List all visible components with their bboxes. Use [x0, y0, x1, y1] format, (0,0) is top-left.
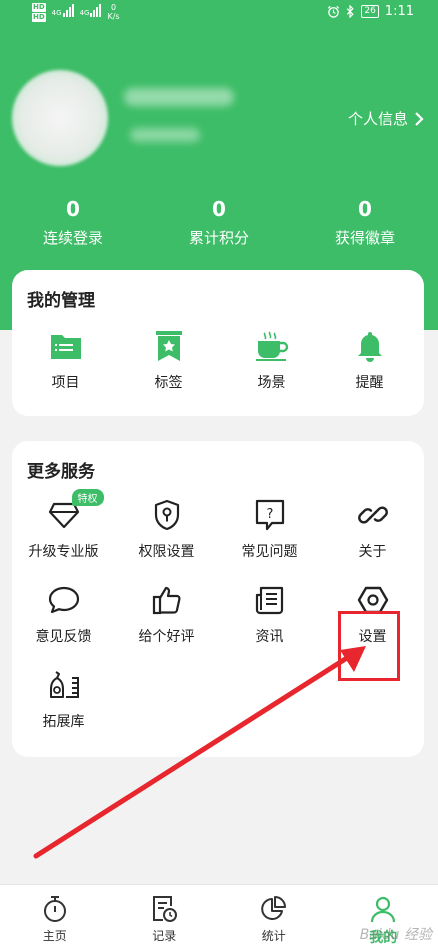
signal-icon-2: 4G [80, 3, 102, 17]
item-label: 意见反馈 [35, 629, 92, 645]
library-icon [49, 671, 79, 698]
privilege-badge: 特权 [71, 489, 104, 506]
news-icon [255, 586, 283, 615]
item-label: 给个好评 [138, 629, 195, 645]
user-icon [371, 896, 396, 923]
item-label: 拓展库 [42, 714, 85, 730]
service-faq[interactable]: ? 常见问题 [218, 497, 321, 561]
item-label: 项目 [51, 375, 80, 391]
bottom-tab-bar: 主页 记录 统计 我的 Baidu 经验 [0, 884, 438, 952]
coffee-cup-icon [255, 331, 288, 361]
stat-label: 累计积分 [188, 229, 249, 247]
services-title: 更多服务 [27, 462, 95, 482]
item-label: 提醒 [355, 375, 384, 391]
stat-value: 0 [358, 197, 372, 221]
management-item-reminder[interactable]: 提醒 [318, 328, 421, 392]
link-icon [357, 506, 388, 524]
service-extension-library[interactable]: 拓展库 [12, 667, 115, 731]
tab-record[interactable]: 记录 [110, 885, 220, 952]
stat-login-streak[interactable]: 0 连续登录 [0, 196, 146, 248]
stat-value: 0 [66, 197, 80, 221]
item-label: 权限设置 [138, 544, 195, 560]
signal-icon-1: 4G [52, 3, 74, 17]
services-card: 更多服务 特权 升级专业版 权限设置 ? 常见问题 关于 意见反馈 给个好评 资… [12, 441, 424, 757]
item-label: 资讯 [255, 629, 284, 645]
stat-label: 连续登录 [42, 229, 103, 247]
battery-icon: 26 [361, 5, 379, 18]
record-icon [153, 896, 178, 922]
chat-bubble-icon [48, 586, 79, 614]
bell-icon [357, 332, 382, 362]
svg-text:?: ? [266, 507, 273, 522]
annotation-highlight-box [338, 611, 400, 681]
stopwatch-icon [43, 896, 66, 922]
tab-label: 记录 [152, 929, 177, 943]
management-item-tag[interactable]: 标签 [117, 328, 220, 392]
tab-statistics[interactable]: 统计 [219, 885, 329, 952]
service-rate[interactable]: 给个好评 [115, 582, 218, 646]
personal-info-link[interactable]: 个人信息 [348, 108, 424, 129]
service-permissions[interactable]: 权限设置 [115, 497, 218, 561]
item-label: 常见问题 [241, 544, 298, 560]
stats-row: 0 连续登录 0 累计积分 0 获得徽章 [0, 196, 438, 248]
status-bar: HD HD 4G 4G 0 K/s 26 1:11 [0, 0, 438, 28]
thumbs-up-icon [152, 586, 181, 615]
net-speed: 0 K/s [107, 3, 119, 21]
tab-label: 主页 [42, 929, 67, 943]
alarm-icon [328, 5, 340, 18]
item-label: 关于 [358, 544, 387, 560]
net-speed-unit: K/s [107, 12, 120, 21]
user-subtitle-blurred [130, 128, 200, 142]
bluetooth-icon [347, 5, 355, 18]
management-item-project[interactable]: 项目 [14, 328, 117, 392]
stat-label: 获得徽章 [334, 229, 395, 247]
folder-icon [50, 335, 81, 359]
bookmark-icon [155, 331, 182, 361]
tab-home[interactable]: 主页 [0, 885, 110, 952]
pie-chart-icon [260, 896, 286, 920]
management-card: 我的管理 项目 标签 场景 提醒 [12, 270, 424, 416]
item-label: 场景 [257, 375, 286, 391]
avatar[interactable] [12, 70, 108, 166]
network-type-1: 4G [51, 9, 62, 17]
personal-info-label: 个人信息 [347, 110, 408, 128]
question-icon: ? [255, 499, 284, 531]
watermark: Baidu 经验 [359, 927, 432, 943]
hd-label-bottom: HD [32, 13, 46, 22]
net-speed-value: 0 [110, 3, 117, 12]
clock: 1:11 [384, 4, 414, 19]
network-type-2: 4G [79, 9, 90, 17]
hd-indicator: HD HD [32, 3, 46, 23]
management-title: 我的管理 [27, 291, 95, 311]
hd-label-top: HD [32, 3, 46, 12]
shield-key-icon [154, 499, 179, 531]
stat-value: 0 [212, 197, 226, 221]
stat-points[interactable]: 0 累计积分 [146, 196, 292, 248]
service-news[interactable]: 资讯 [218, 582, 321, 646]
management-item-scene[interactable]: 场景 [220, 328, 323, 392]
chevron-right-icon [415, 111, 424, 126]
item-label: 标签 [154, 375, 183, 391]
service-feedback[interactable]: 意见反馈 [12, 582, 115, 646]
item-label: 升级专业版 [28, 544, 99, 560]
stat-badges[interactable]: 0 获得徽章 [292, 196, 438, 248]
service-upgrade-pro[interactable]: 特权 升级专业版 [12, 489, 115, 561]
service-about[interactable]: 关于 [321, 497, 424, 561]
tab-label: 统计 [261, 929, 286, 943]
username-blurred [124, 88, 234, 106]
